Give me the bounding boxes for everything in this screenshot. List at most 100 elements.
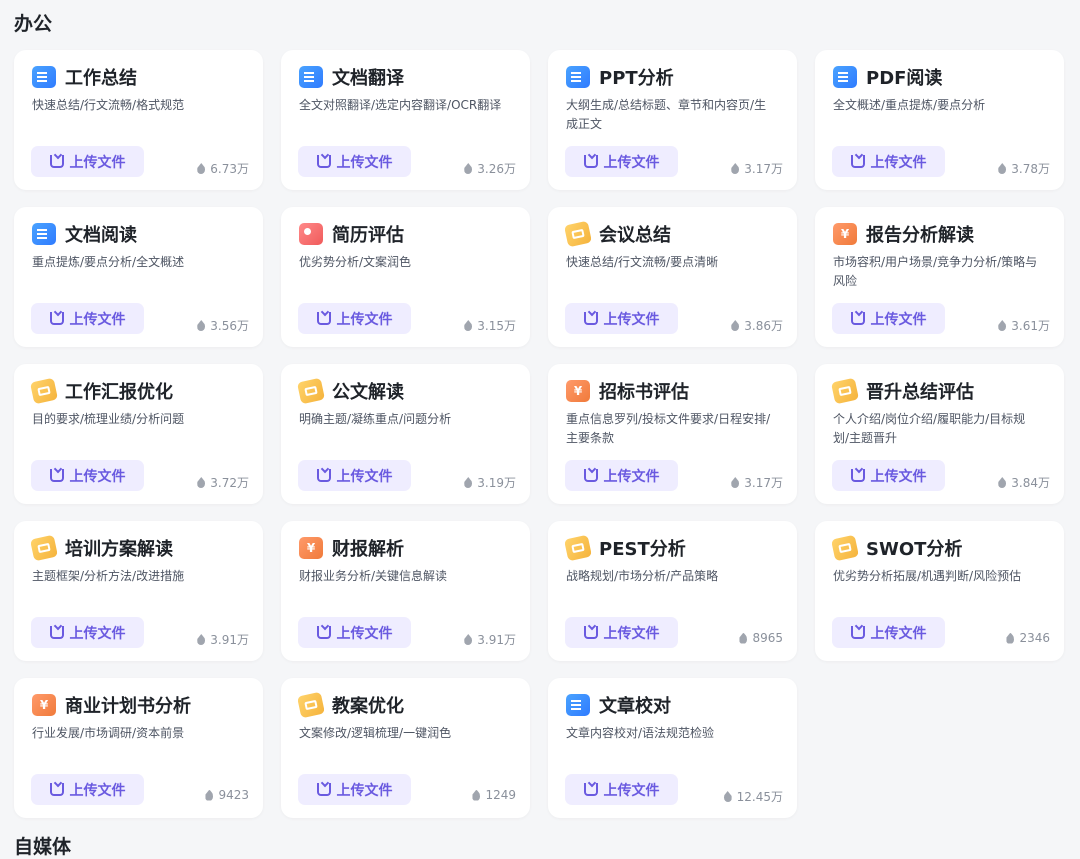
usage-count: 12.45万 xyxy=(723,788,783,805)
card-title: PPT分析 xyxy=(599,68,674,89)
upload-file-button[interactable]: 上传文件 xyxy=(565,617,678,648)
usage-count: 6.73万 xyxy=(197,160,249,177)
tool-card[interactable]: 工作汇报优化 目的要求/梳理业绩/分析问题 上传文件 3.72万 xyxy=(14,364,263,504)
card-header: 简历评估 xyxy=(299,221,404,247)
tool-card[interactable]: 晋升总结评估 个人介绍/岗位介绍/履职能力/目标规划/主题晋升 上传文件 3.8… xyxy=(815,364,1064,504)
fire-icon xyxy=(464,634,473,645)
upload-file-button[interactable]: 上传文件 xyxy=(565,774,678,805)
upload-file-button[interactable]: 上传文件 xyxy=(298,460,411,491)
tool-card[interactable]: ¥ 报告分析解读 市场容积/用户场景/竞争力分析/策略与风险 上传文件 3.61… xyxy=(815,207,1064,347)
upload-button-label: 上传文件 xyxy=(603,625,660,642)
card-description: 重点信息罗列/投标文件要求/日程安排/主要条款 xyxy=(566,412,771,445)
upload-file-button[interactable]: 上传文件 xyxy=(565,146,678,177)
upload-icon xyxy=(49,312,64,325)
upload-file-button[interactable]: 上传文件 xyxy=(298,617,411,648)
tool-card[interactable]: 简历评估 优劣势分析/文案润色 上传文件 3.15万 xyxy=(281,207,530,347)
upload-icon xyxy=(316,783,331,796)
fire-icon xyxy=(731,477,740,488)
usage-count: 3.91万 xyxy=(197,631,249,648)
upload-file-button[interactable]: 上传文件 xyxy=(31,460,144,491)
upload-button-label: 上传文件 xyxy=(603,311,660,328)
upload-icon xyxy=(850,626,865,639)
ticket-icon xyxy=(29,534,59,562)
upload-icon xyxy=(49,469,64,482)
tool-card[interactable]: 文档阅读 重点提炼/要点分析/全文概述 上传文件 3.56万 xyxy=(14,207,263,347)
tool-card[interactable]: PDF阅读 全文概述/重点提炼/要点分析 上传文件 3.78万 xyxy=(815,50,1064,190)
tool-card[interactable]: ¥ 财报解析 财报业务分析/关键信息解读 上传文件 3.91万 xyxy=(281,521,530,661)
tool-card[interactable]: 会议总结 快速总结/行文流畅/要点清晰 上传文件 3.86万 xyxy=(548,207,797,347)
coin-icon: ¥ xyxy=(299,537,323,559)
card-header: PEST分析 xyxy=(563,534,686,562)
upload-file-button[interactable]: 上传文件 xyxy=(298,303,411,334)
usage-count-value: 3.56万 xyxy=(210,319,249,333)
card-title: 简历评估 xyxy=(332,225,404,246)
tool-card[interactable]: 培训方案解读 主题框架/分析方法/改进措施 上传文件 3.91万 xyxy=(14,521,263,661)
upload-file-button[interactable]: 上传文件 xyxy=(565,303,678,334)
upload-file-button[interactable]: 上传文件 xyxy=(31,146,144,177)
fire-icon xyxy=(464,320,473,331)
upload-file-button[interactable]: 上传文件 xyxy=(832,146,945,177)
card-description: 优劣势分析拓展/机遇判断/风险预估 xyxy=(833,569,1022,583)
document-icon xyxy=(833,66,857,88)
resume-icon xyxy=(299,223,323,245)
usage-count-value: 3.78万 xyxy=(1011,162,1050,176)
tool-card[interactable]: 文档翻译 全文对照翻译/选定内容翻译/OCR翻译 上传文件 3.26万 xyxy=(281,50,530,190)
document-icon xyxy=(32,223,56,245)
card-header: 会议总结 xyxy=(563,220,671,248)
usage-count-value: 3.17万 xyxy=(744,162,783,176)
card-description: 全文概述/重点提炼/要点分析 xyxy=(833,98,986,112)
card-header: 晋升总结评估 xyxy=(830,377,974,405)
upload-file-button[interactable]: 上传文件 xyxy=(31,774,144,805)
usage-count-value: 1249 xyxy=(485,788,516,802)
upload-file-button[interactable]: 上传文件 xyxy=(565,460,678,491)
upload-file-button[interactable]: 上传文件 xyxy=(31,303,144,334)
coin-icon: ¥ xyxy=(566,380,590,402)
card-description: 目的要求/梳理业绩/分析问题 xyxy=(32,412,185,426)
card-title: 报告分析解读 xyxy=(866,225,974,246)
tool-card[interactable]: ¥ 商业计划书分析 行业发展/市场调研/资本前景 上传文件 9423 xyxy=(14,678,263,818)
upload-file-button[interactable]: 上传文件 xyxy=(832,617,945,648)
upload-file-button[interactable]: 上传文件 xyxy=(298,774,411,805)
card-title: 工作总结 xyxy=(65,68,137,89)
card-header: PDF阅读 xyxy=(833,64,942,90)
card-title: 教案优化 xyxy=(332,696,404,717)
upload-file-button[interactable]: 上传文件 xyxy=(832,460,945,491)
card-description: 战略规划/市场分析/产品策略 xyxy=(566,569,719,583)
ticket-icon xyxy=(29,377,59,405)
tool-card[interactable]: 教案优化 文案修改/逻辑梳理/一键润色 上传文件 1249 xyxy=(281,678,530,818)
upload-icon xyxy=(49,626,64,639)
upload-button-label: 上传文件 xyxy=(336,154,393,171)
fire-icon xyxy=(197,477,206,488)
card-title: 文档阅读 xyxy=(65,225,137,246)
upload-file-button[interactable]: 上传文件 xyxy=(298,146,411,177)
upload-file-button[interactable]: 上传文件 xyxy=(31,617,144,648)
tool-card[interactable]: 文章校对 文章内容校对/语法规范检验 上传文件 12.45万 xyxy=(548,678,797,818)
upload-button-label: 上传文件 xyxy=(69,154,126,171)
tool-card[interactable]: PEST分析 战略规划/市场分析/产品策略 上传文件 8965 xyxy=(548,521,797,661)
upload-button-label: 上传文件 xyxy=(603,468,660,485)
usage-count: 3.86万 xyxy=(731,317,783,334)
document-icon xyxy=(299,66,323,88)
fire-icon xyxy=(1006,632,1015,644)
upload-button-label: 上传文件 xyxy=(870,625,927,642)
tool-card[interactable]: PPT分析 大纲生成/总结标题、章节和内容页/生成正文 上传文件 3.17万 xyxy=(548,50,797,190)
section-title-media: 自媒体 xyxy=(14,836,72,858)
usage-count: 9423 xyxy=(205,788,249,802)
upload-button-label: 上传文件 xyxy=(69,782,126,799)
upload-button-label: 上传文件 xyxy=(336,311,393,328)
card-title: 财报解析 xyxy=(332,539,404,560)
tool-card[interactable]: 公文解读 明确主题/凝练重点/问题分析 上传文件 3.19万 xyxy=(281,364,530,504)
upload-icon xyxy=(316,626,331,639)
card-header: 文档阅读 xyxy=(32,221,137,247)
tool-card[interactable]: ¥ 招标书评估 重点信息罗列/投标文件要求/日程安排/主要条款 上传文件 3.1… xyxy=(548,364,797,504)
upload-icon xyxy=(850,155,865,168)
tool-card[interactable]: SWOT分析 优劣势分析拓展/机遇判断/风险预估 上传文件 2346 xyxy=(815,521,1064,661)
upload-file-button[interactable]: 上传文件 xyxy=(832,303,945,334)
upload-button-label: 上传文件 xyxy=(69,625,126,642)
card-description: 主题框架/分析方法/改进措施 xyxy=(32,569,185,583)
usage-count-value: 3.26万 xyxy=(477,162,516,176)
tool-card[interactable]: 工作总结 快速总结/行文流畅/格式规范 上传文件 6.73万 xyxy=(14,50,263,190)
usage-count-value: 3.84万 xyxy=(1011,476,1050,490)
upload-button-label: 上传文件 xyxy=(69,468,126,485)
ticket-icon xyxy=(563,534,593,562)
